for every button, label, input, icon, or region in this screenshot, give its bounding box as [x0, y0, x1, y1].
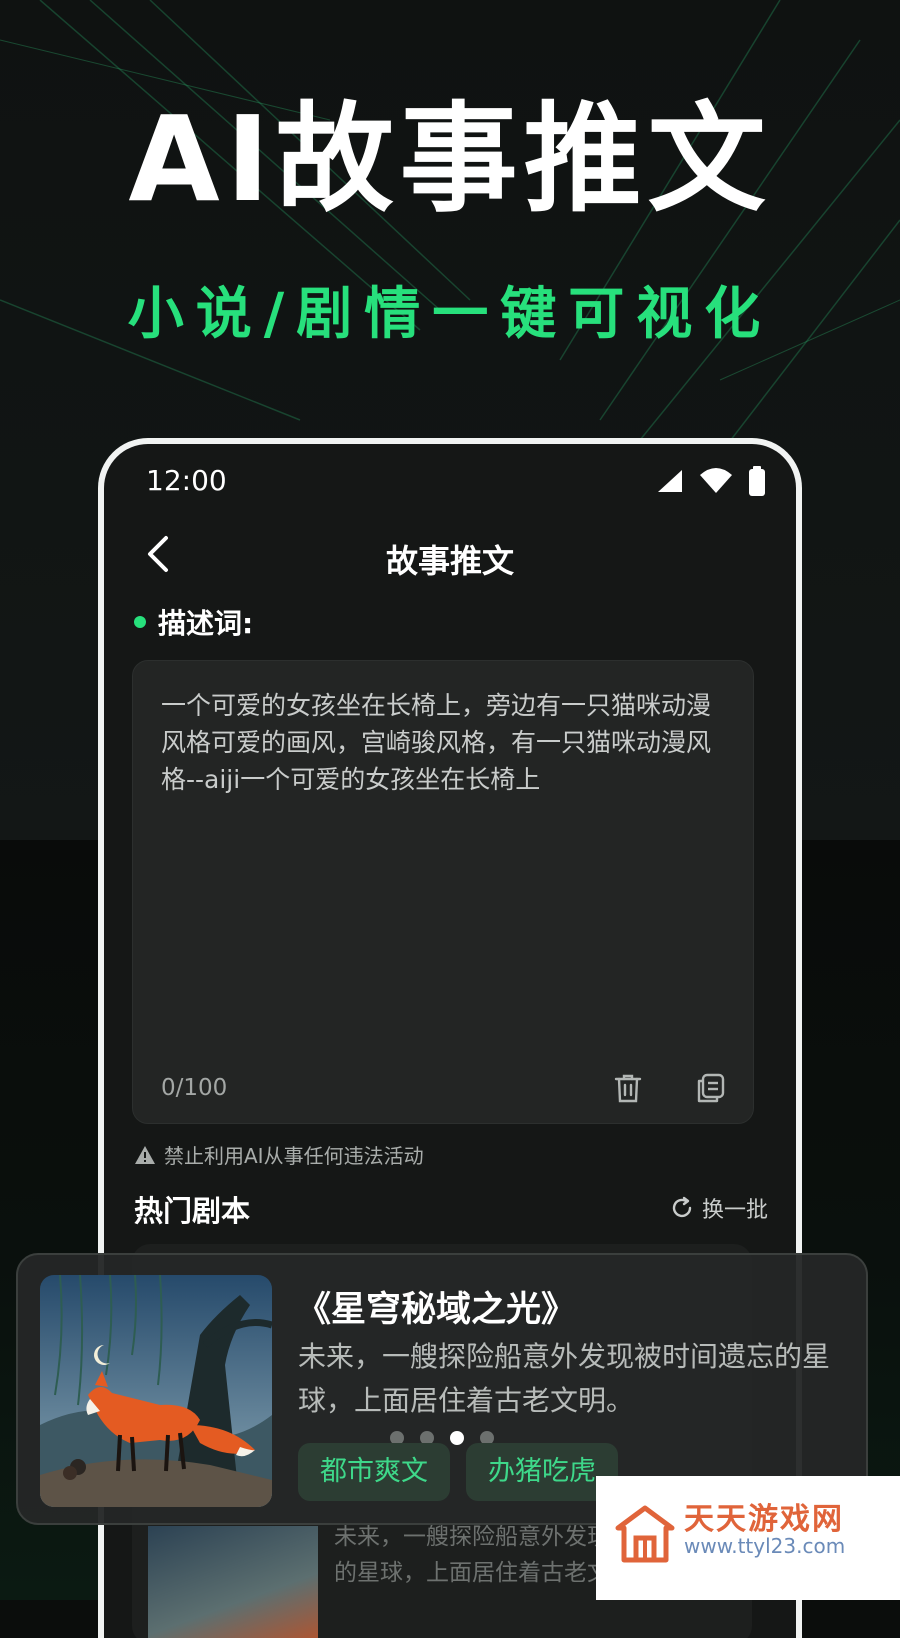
refresh-icon: [672, 1196, 692, 1218]
warning-icon: [135, 1145, 155, 1164]
promo-subline: 小说/剧情一键可视化: [127, 282, 773, 347]
wifi-icon: [700, 468, 732, 493]
watermark-url: www.ttyl23.com: [684, 1534, 846, 1558]
warning-notice: 禁止利用AI从事任何违法活动: [134, 1140, 424, 1169]
prompt-textarea[interactable]: 一个可爱的女孩坐在长椅上，旁边有一只猫咪动漫风格可爱的画风，宫崎骏风格，有一只猫…: [132, 660, 754, 1124]
script-desc-behind: 未来，一艘探险船意外发现 的星球，上面居住着古老文: [334, 1524, 610, 1586]
promo-headline: AI故事推文: [128, 90, 772, 228]
refresh-label: 换一批: [701, 1198, 768, 1223]
green-dot-icon: [134, 616, 146, 628]
script-title: 《星穹秘域之光》: [296, 1290, 577, 1330]
signal-icon: [658, 470, 682, 492]
refresh-button[interactable]: 换一批: [670, 1192, 768, 1224]
prompt-text[interactable]: 一个可爱的女孩坐在长椅上，旁边有一只猫咪动漫风格可爱的画风，宫崎骏风格，有一只猫…: [161, 687, 727, 798]
trash-icon[interactable]: [611, 1071, 645, 1105]
status-time: 12:00: [146, 464, 227, 497]
prompt-label: 描述词:: [134, 602, 253, 642]
page-title: 故事推文: [385, 542, 514, 580]
copy-icon[interactable]: [693, 1071, 727, 1105]
hot-scripts-title: 热门剧本: [134, 1194, 251, 1228]
house-logo-icon: [615, 1505, 675, 1563]
site-watermark: 天天游戏网 www.ttyl23.com: [596, 1476, 900, 1600]
status-icons: [656, 466, 766, 496]
battery-icon: [749, 466, 765, 496]
pager-dot-active[interactable]: [450, 1431, 464, 1445]
tag-chip[interactable]: 都市爽文: [298, 1443, 450, 1501]
prompt-label-text: 描述词:: [158, 607, 254, 640]
script-thumbnail-behind: [148, 1526, 318, 1638]
script-description: 未来，一艘探险船意外发现被时间遗忘的星球，上面居住着古老文明。: [298, 1340, 831, 1417]
warning-text: 禁止利用AI从事任何违法活动: [164, 1144, 424, 1168]
watermark-name: 天天游戏网: [684, 1502, 844, 1537]
char-counter: 0/100: [161, 1075, 228, 1101]
fox-illustration: [40, 1275, 272, 1507]
